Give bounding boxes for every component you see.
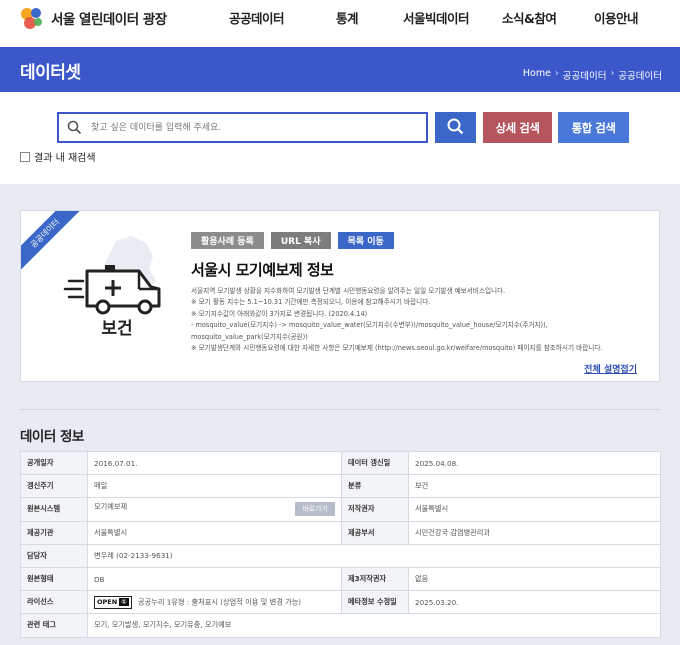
row-value: 변우례 (02-2133-9631) <box>87 543 661 568</box>
breadcrumb-item[interactable]: 공공데이터 <box>563 68 607 82</box>
row-key: 원본시스템 <box>20 497 88 522</box>
row-value-cell: 모기예보제 바로가기 <box>87 497 342 522</box>
row-key: 제공기관 <box>20 520 88 545</box>
row-key: 데이터 갱신일 <box>341 450 409 476</box>
table-row: 관련 태그 모기, 모기발생, 모기지수, 모기유충, 모기예보 <box>20 613 661 638</box>
tags-value: 모기, 모기발생, 모기지수, 모기유충, 모기예보 <box>87 613 661 638</box>
ambulance-icon <box>63 236 161 315</box>
row-key: 관련 태그 <box>20 613 88 638</box>
license-badge-mark: ① <box>119 597 129 606</box>
search-button[interactable] <box>435 112 476 143</box>
row-value: 2016.07.01. <box>87 450 342 476</box>
nav-seoul-bigdata[interactable]: 서울빅데이터 <box>403 8 470 27</box>
description-line: ※ 모기지수값이 아래와같이 3가지로 변경됩니다. (2020.4.14) <box>191 309 368 318</box>
row-key: 제공부서 <box>341 520 409 545</box>
site-title: 서울 열린데이터 광장 <box>51 12 167 28</box>
open-license-icon[interactable]: OPEN ① <box>94 595 132 609</box>
row-key: 원본형태 <box>20 566 88 592</box>
divider <box>20 409 660 410</box>
section-title: 데이터 정보 <box>20 429 84 445</box>
recheck-checkbox[interactable]: 결과 내 재검색 <box>20 149 96 164</box>
row-key: 갱신주기 <box>20 474 88 499</box>
dataset-description: 서울지역 모기발생 상황을 지수화하여 모기발생 단계별 시민행동요령을 알려주… <box>191 286 643 354</box>
breadcrumb: Home › 공공데이터 › 공공데이터 <box>523 68 662 82</box>
row-value: 시민건강국 감염병관리과 <box>408 520 661 545</box>
detail-search-button[interactable]: 상세 검색 <box>483 112 552 143</box>
seoul-logo-icon <box>21 8 42 29</box>
row-value: 2025.03.20. <box>408 590 661 615</box>
nav-statistics[interactable]: 통계 <box>336 8 359 27</box>
action-buttons: 활용사례 등록 URL 복사 목록 이동 <box>191 232 394 249</box>
row-value: 서울특별시 <box>87 520 342 545</box>
description-line: ※ 모기 활동 지수는 5.1~10.31 기간에만 측정되오니, 이용에 참고… <box>191 298 431 307</box>
row-value: 없음 <box>408 566 661 592</box>
description-line: - mosquito_value(모기지수) -> mosquito_value… <box>191 321 548 330</box>
chevron-right-icon: › <box>554 68 559 79</box>
search-icon <box>67 120 82 135</box>
breadcrumb-current[interactable]: 공공데이터 <box>618 68 662 82</box>
table-row: 공개일자 2016.07.01. 데이터 갱신일 2025.04.08. <box>20 450 661 476</box>
recheck-label: 결과 내 재검색 <box>34 153 96 164</box>
row-key: 저작권자 <box>341 497 409 522</box>
description-line: ※ 모기발생단계와 시민행동요령에 대한 자세한 사항은 모기예보제 (http… <box>191 344 603 353</box>
dataset-title: 서울시 모기예보제 정보 <box>191 261 334 279</box>
row-value: 서울특별시 <box>408 497 661 522</box>
checkbox-icon[interactable] <box>20 151 30 162</box>
category-label: 보건 <box>101 319 133 339</box>
license-badge-text: OPEN <box>97 597 118 606</box>
table-row: 갱신주기 매일 분류 보건 <box>20 474 661 499</box>
data-info-table: 공개일자 2016.07.01. 데이터 갱신일 2025.04.08. 갱신주… <box>20 450 661 638</box>
total-search-button[interactable]: 통합 검색 <box>558 112 629 143</box>
table-row: 원본시스템 모기예보제 바로가기 저작권자 서울특별시 <box>20 497 661 522</box>
search-input[interactable] <box>91 119 411 137</box>
usecase-register-button[interactable]: 활용사례 등록 <box>191 232 264 249</box>
top-header: 서울 열린데이터 광장 공공데이터 통계 서울빅데이터 소식&참여 이용안내 <box>0 0 680 47</box>
nav-public-data[interactable]: 공공데이터 <box>229 8 285 27</box>
original-system-link-button[interactable]: 바로가기 <box>295 502 335 517</box>
row-key: 공개일자 <box>20 450 88 476</box>
list-button[interactable]: 목록 이동 <box>337 232 394 249</box>
license-value: 공공누리 1유형 : 출처표시 (상업적 이용 및 변경 가능) <box>137 597 302 607</box>
description-line: 서울지역 모기발생 상황을 지수화하여 모기발생 단계별 시민행동요령을 알려주… <box>191 287 506 295</box>
table-row: 담당자 변우례 (02-2133-9631) <box>20 543 661 568</box>
page-title: 데이터셋 <box>20 63 81 83</box>
row-key: 라이선스 <box>20 590 88 615</box>
row-key: 담당자 <box>20 543 88 568</box>
site-logo[interactable]: 서울 열린데이터 광장 <box>18 4 167 32</box>
url-copy-button[interactable]: URL 복사 <box>270 232 331 249</box>
row-value: 모기예보제 <box>94 502 128 512</box>
data-info-section: 데이터 정보 공개일자 2016.07.01. 데이터 갱신일 2025.04.… <box>0 393 680 645</box>
row-value: 2025.04.08. <box>408 450 661 476</box>
row-key: 제3저작권자 <box>341 566 409 592</box>
description-line: mosquito_value_park(모기지수(공원)) <box>191 332 308 341</box>
table-row: 제공기관 서울특별시 제공부서 시민건강국 감염병관리과 <box>20 520 661 545</box>
row-key: 분류 <box>341 474 409 499</box>
dataset-card: 공공데이터 보건 활용사례 등록 URL 복사 목록 이동 서울시 모기예보제 … <box>20 210 660 382</box>
breadcrumb-home[interactable]: Home <box>523 68 551 82</box>
row-value: 매일 <box>87 474 342 499</box>
row-value: DB <box>87 566 342 592</box>
nav-guide[interactable]: 이용안내 <box>594 8 639 27</box>
license-cell: OPEN ① 공공누리 1유형 : 출처표시 (상업적 이용 및 변경 가능) <box>87 590 342 615</box>
table-row: 원본형태 DB 제3저작권자 없음 <box>20 566 661 592</box>
fold-description-link[interactable]: 전체 설명접기 <box>584 362 637 375</box>
search-icon <box>447 118 464 134</box>
chevron-right-icon: › <box>610 68 615 79</box>
row-value: 보건 <box>408 474 661 499</box>
search-box <box>57 112 428 143</box>
title-band: 데이터셋 Home › 공공데이터 › 공공데이터 <box>0 47 680 92</box>
nav-news[interactable]: 소식&참여 <box>502 8 557 27</box>
table-row: 라이선스 OPEN ① 공공누리 1유형 : 출처표시 (상업적 이용 및 변경 … <box>20 590 661 615</box>
row-key: 메타정보 수정일 <box>341 590 409 615</box>
